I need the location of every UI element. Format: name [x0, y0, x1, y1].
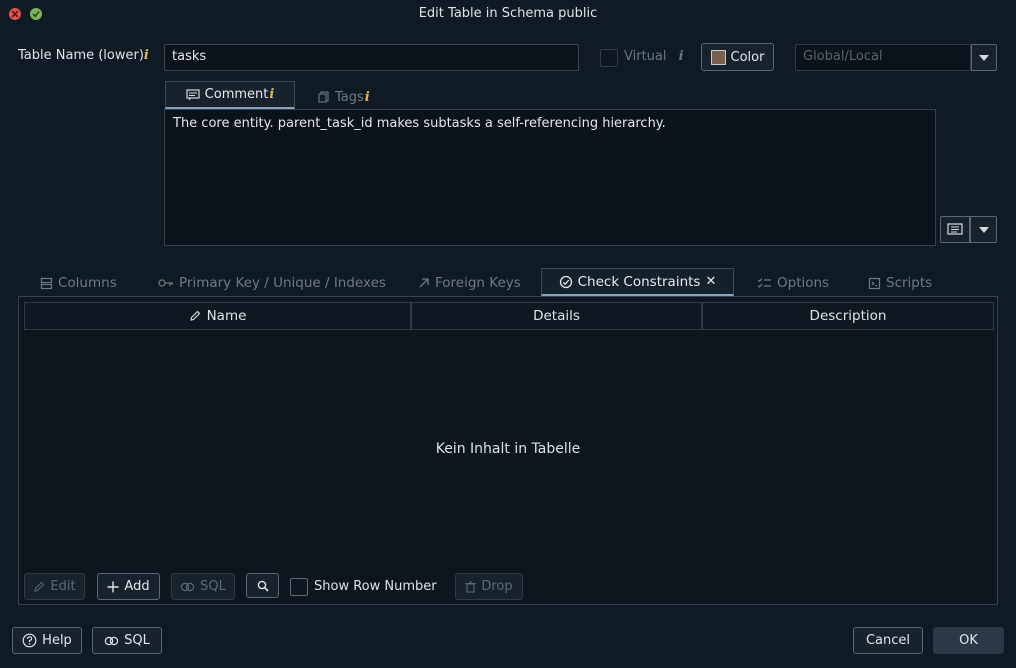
- column-header-description[interactable]: Description: [702, 302, 994, 330]
- comment-textarea[interactable]: The core entity. parent_task_id makes su…: [164, 109, 936, 246]
- title-bar: Edit Table in Schema public: [0, 0, 1016, 28]
- tag-icon: [318, 91, 329, 103]
- table-name-input[interactable]: tasks: [164, 44, 579, 71]
- sql-button[interactable]: SQL: [171, 573, 235, 600]
- tab-scripts[interactable]: Scripts: [868, 269, 932, 297]
- comment-icon: [947, 222, 963, 235]
- table-name-label: Table Name (lower)i: [18, 48, 149, 63]
- chevron-down-icon: [979, 54, 989, 61]
- help-icon: [22, 633, 37, 648]
- comment-icon: [186, 88, 200, 100]
- add-button[interactable]: Add: [97, 573, 160, 600]
- virtual-checkbox[interactable]: [600, 49, 618, 67]
- tab-columns[interactable]: Columns: [40, 269, 117, 297]
- help-button[interactable]: Help: [12, 627, 82, 654]
- pencil-icon: [189, 310, 200, 321]
- virtual-label: Virtual i: [624, 49, 684, 64]
- info-icon: i: [364, 89, 370, 105]
- tab-primary-key[interactable]: Primary Key / Unique / Indexes: [158, 269, 386, 297]
- sql-icon: [180, 582, 195, 591]
- info-icon: i: [678, 49, 684, 64]
- ok-button[interactable]: OK: [933, 627, 1004, 654]
- tab-comment[interactable]: Comment i: [165, 81, 295, 109]
- tab-tags[interactable]: Tags i: [318, 83, 370, 111]
- info-icon: i: [143, 48, 149, 63]
- trash-icon: [465, 580, 476, 593]
- window-title: Edit Table in Schema public: [418, 6, 598, 21]
- info-icon: i: [269, 87, 275, 102]
- empty-table-message: Kein Inhalt in Tabelle: [435, 441, 581, 457]
- color-swatch-icon: [710, 49, 726, 65]
- arrow-up-right-icon: [419, 278, 429, 288]
- script-icon: [868, 277, 881, 289]
- check-constraints-panel: Name Details Description Kein Inhalt in …: [18, 296, 998, 605]
- check-circle-icon: [559, 275, 572, 288]
- tab-check-constraints[interactable]: Check Constraints ✕: [541, 268, 734, 296]
- color-button[interactable]: Color: [701, 43, 774, 71]
- tab-foreign-keys[interactable]: Foreign Keys: [418, 269, 521, 297]
- column-header-name[interactable]: Name: [24, 302, 411, 330]
- key-icon: [158, 279, 173, 287]
- drop-button[interactable]: Drop: [455, 573, 523, 600]
- pencil-icon: [34, 581, 45, 592]
- search-icon: [257, 580, 269, 592]
- plus-icon: [107, 581, 119, 592]
- scope-select[interactable]: Global/Local: [795, 44, 971, 71]
- grid-header: Name Details Description: [24, 302, 994, 331]
- show-row-number-checkbox[interactable]: [290, 578, 308, 596]
- show-row-number-label: Show Row Number: [314, 579, 437, 594]
- comment-dropdown-button[interactable]: [970, 216, 997, 243]
- cancel-button[interactable]: Cancel: [853, 627, 923, 654]
- close-tab-icon[interactable]: ✕: [705, 274, 716, 289]
- column-header-details[interactable]: Details: [411, 302, 702, 330]
- search-button[interactable]: [246, 573, 279, 598]
- comment-format-button[interactable]: [940, 216, 970, 243]
- scope-dropdown-button[interactable]: [971, 44, 997, 71]
- sql-icon: [104, 636, 119, 645]
- columns-icon: [40, 277, 53, 289]
- checklist-icon: [757, 278, 771, 288]
- edit-button[interactable]: Edit: [24, 573, 85, 600]
- chevron-down-icon: [978, 226, 989, 233]
- tab-options[interactable]: Options: [757, 269, 829, 297]
- footer-sql-button[interactable]: SQL: [92, 627, 162, 654]
